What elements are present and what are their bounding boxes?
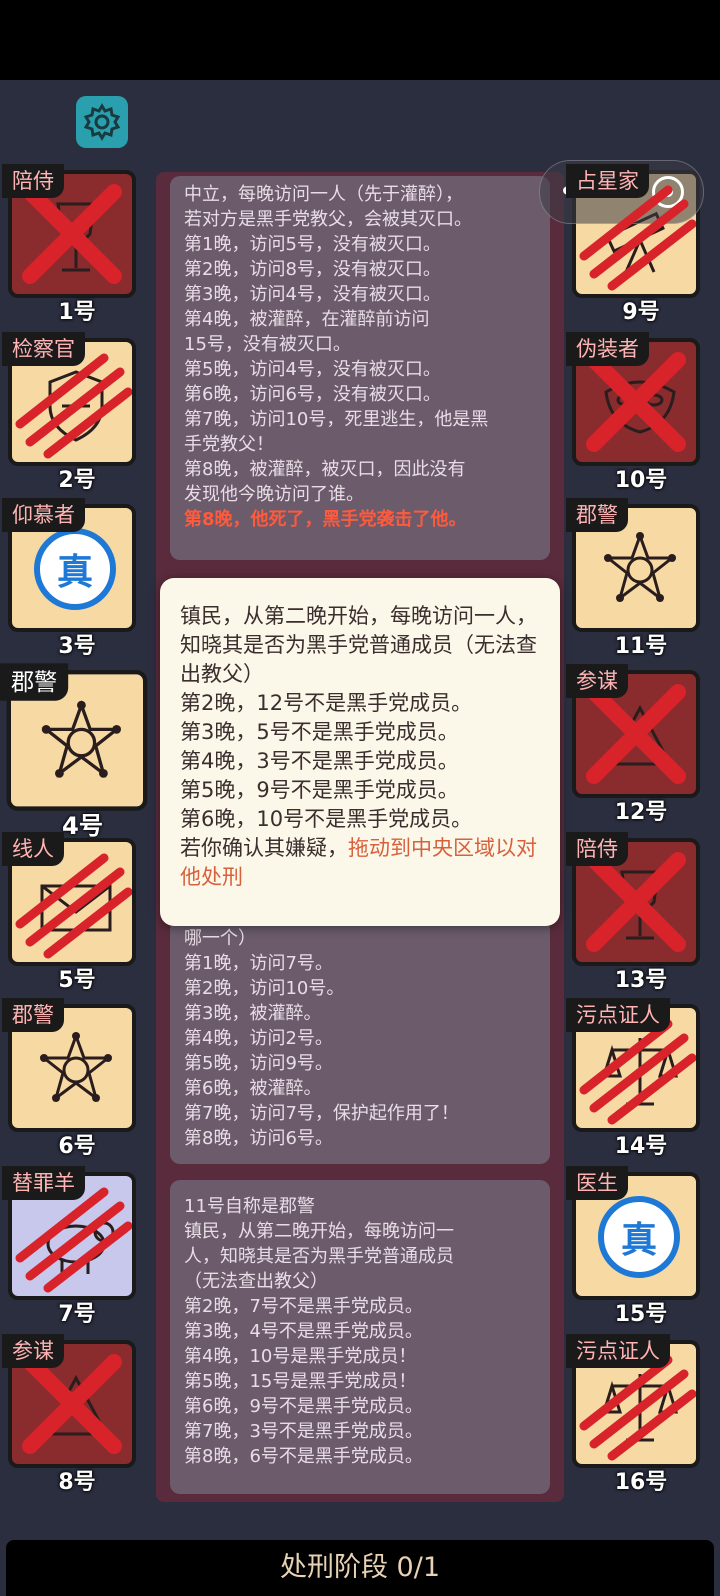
role-label: 陪侍	[566, 832, 628, 866]
sheriff-star-icon	[596, 528, 684, 616]
status-bar-area	[0, 0, 720, 80]
log-line: 第6晚，访问6号，没有被灭口。	[184, 384, 441, 405]
seat-number: 11号	[614, 634, 668, 659]
role-label: 伪装者	[566, 332, 649, 366]
log-line: 第7晚，访问7号，保护起作用了！	[184, 1103, 459, 1124]
log-line: 第5晚，访问9号。	[184, 1053, 333, 1074]
seat-number: 5号	[58, 968, 96, 993]
log-line: 第3晚，访问4号，没有被灭口。	[184, 284, 441, 305]
log-lines: 中立，每晚访问一人（先于灌醉）， 若对方是黑手党教父，会被其灭口。 第1晚，访问5号…	[184, 182, 536, 507]
role-label: 仰慕者	[2, 498, 85, 532]
seat-number: 10号	[614, 468, 668, 493]
log-line: 第6晚，被灌醉。	[184, 1078, 322, 1099]
seat-number: 13号	[614, 968, 668, 993]
log-line: 镇民，从第二晚开始，每晚访问一	[184, 1221, 454, 1242]
player-seat[interactable]: 替罪羊 7号	[2, 1166, 140, 1327]
log-line: 第1晚，访问7号。	[184, 953, 333, 974]
player-seat[interactable]: 占星家 9号	[566, 164, 704, 325]
log-line: 第4晚，访问2号。	[184, 1028, 333, 1049]
player-seat[interactable]: 污点证人 14号	[566, 998, 704, 1159]
seat-number: 16号	[614, 1470, 668, 1495]
role-label: 参谋	[2, 1334, 64, 1368]
role-label: 线人	[2, 832, 64, 866]
log-line: 第2晚，7号不是黑手党成员。	[184, 1296, 423, 1317]
log-line: 第8晚，访问6号。	[184, 1128, 333, 1149]
seat-number: 3号	[58, 634, 96, 659]
seat-number: 14号	[614, 1134, 668, 1159]
player-seat[interactable]: 参谋 8号	[2, 1334, 140, 1495]
player-seat[interactable]: 检察官 2号	[2, 332, 140, 493]
role-label: 参谋	[566, 664, 628, 698]
role-label: 污点证人	[566, 1334, 670, 1368]
role-info-popup: 镇民，从第二晚开始，每晚访问一人，知晓其是否为黑手党普通成员（无法查出教父） 第…	[160, 578, 560, 926]
player-seat[interactable]: 真仰慕者 3号	[2, 498, 140, 659]
log-line: 第8晚，6号不是黑手党成员。	[184, 1446, 423, 1467]
log-line: 15号，没有被灭口。	[184, 334, 351, 355]
log-panel-claim: 11号自称是郡警镇民，从第二晚开始，每晚访问一 人，知晓其是否为黑手党普通成员 （无…	[170, 1180, 550, 1494]
log-panel-investigator: 中立，每晚访问一人（先于灌醉）， 若对方是黑手党教父，会被其灭口。 第1晚，访问5号…	[170, 176, 550, 560]
player-seat[interactable]: 参谋 12号	[566, 664, 704, 825]
role-label: 污点证人	[566, 998, 670, 1032]
player-seat[interactable]: 污点证人 16号	[566, 1334, 704, 1495]
log-line: 第7晚，3号不是黑手党成员。	[184, 1421, 423, 1442]
seat-number: 12号	[614, 800, 668, 825]
sheriff-star-icon	[32, 1028, 120, 1116]
role-label: 郡警	[2, 998, 64, 1032]
log-lines: 11号自称是郡警镇民，从第二晚开始，每晚访问一 人，知晓其是否为黑手党普通成员 （无…	[184, 1194, 536, 1469]
role-label: 郡警	[0, 663, 69, 701]
player-seat[interactable]: 郡警 11号	[566, 498, 704, 659]
log-line: 第1晚，访问5号，没有被灭口。	[184, 234, 441, 255]
seat-number: 2号	[58, 468, 96, 493]
log-line: 第5晚，访问4号，没有被灭口。	[184, 359, 441, 380]
log-line: 第3晚，4号不是黑手党成员。	[184, 1321, 423, 1342]
sheriff-star-icon	[33, 696, 130, 793]
player-seat[interactable]: 陪侍 13号	[566, 832, 704, 993]
log-line: 若对方是黑手党教父，会被其灭口。	[184, 209, 472, 230]
player-seat[interactable]: 伪装者 10号	[566, 332, 704, 493]
log-line: 第5晚，15号是黑手党成员！	[184, 1371, 417, 1392]
player-seat[interactable]: 线人 5号	[2, 832, 140, 993]
role-label: 检察官	[2, 332, 85, 366]
seat-number: 9号	[622, 300, 660, 325]
log-line: 第2晚，访问10号。	[184, 978, 345, 999]
player-seat[interactable]: 陪侍 1号	[2, 164, 140, 325]
gear-icon	[83, 103, 121, 141]
log-line: （无法查出教父）	[184, 1271, 328, 1292]
log-line: 第4晚，被灌醉，在灌醉前访问	[184, 309, 430, 330]
settings-button[interactable]	[76, 96, 128, 148]
role-label: 占星家	[566, 164, 649, 198]
role-label: 替罪羊	[2, 1166, 85, 1200]
log-panel-doctor: 哪一个） 第1晚，访问7号。 第2晚，访问10号。 第3晚，被灌醉。 第4晚，访问2号。…	[170, 920, 550, 1164]
log-line: 第4晚，10号是黑手党成员！	[184, 1346, 417, 1367]
log-line: 第8晚，被灌醉，被灭口，因此没有	[184, 459, 466, 480]
player-seat[interactable]: 真医生 15号	[566, 1166, 704, 1327]
log-line: 人，知晓其是否为黑手党普通成员	[184, 1246, 454, 1267]
player-seat[interactable]: 郡警 4号	[0, 663, 152, 841]
seat-number: 7号	[58, 1302, 96, 1327]
seat-number: 1号	[58, 300, 96, 325]
seat-number: 6号	[58, 1134, 96, 1159]
log-line: 第7晚，访问10号，死里逃生，他是黑	[184, 409, 489, 430]
seat-number: 15号	[614, 1302, 668, 1327]
log-line: 第2晚，访问8号，没有被灭口。	[184, 259, 441, 280]
seat-number: 8号	[58, 1470, 96, 1495]
true-stamp-icon: 真	[598, 1196, 680, 1278]
log-line: 11号自称是郡警	[184, 1196, 315, 1217]
log-line: 手党教父！	[184, 434, 274, 455]
role-label: 郡警	[566, 498, 628, 532]
log-line: 哪一个）	[184, 928, 256, 949]
execution-phase-bar: 处刑阶段 0/1	[6, 1540, 714, 1596]
log-lines: 哪一个） 第1晚，访问7号。 第2晚，访问10号。 第3晚，被灌醉。 第4晚，访问2号。…	[184, 926, 536, 1151]
death-notice: 第8晚，他死了，黑手党袭击了他。	[184, 509, 467, 530]
role-label: 陪侍	[2, 164, 64, 198]
log-line: 发现他今晚访问了谁。	[184, 484, 364, 505]
popup-body: 镇民，从第二晚开始，每晚访问一人，知晓其是否为黑手党普通成员（无法查出教父） 第…	[180, 604, 537, 860]
player-seat[interactable]: 郡警 6号	[2, 998, 140, 1159]
log-line: 第3晚，被灌醉。	[184, 1003, 322, 1024]
true-stamp-icon: 真	[34, 528, 116, 610]
log-line: 中立，每晚访问一人（先于灌醉），	[184, 184, 463, 205]
log-line: 第6晚，9号不是黑手党成员。	[184, 1396, 423, 1417]
role-label: 医生	[566, 1166, 628, 1200]
